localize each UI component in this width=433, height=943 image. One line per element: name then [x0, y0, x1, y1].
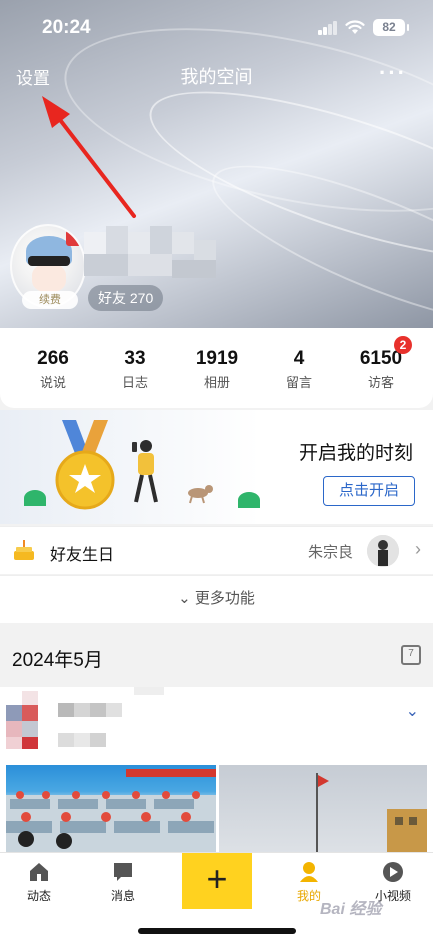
- message-icon: [114, 863, 132, 881]
- stat-albums[interactable]: 1919 相册: [174, 348, 260, 391]
- page-title: 我的空间: [180, 67, 253, 87]
- stat-value: 266: [37, 348, 69, 369]
- post-photo-flagpole[interactable]: [219, 765, 427, 853]
- post-photos: [0, 763, 433, 853]
- play-icon: [383, 862, 403, 882]
- home-indicator[interactable]: [138, 928, 296, 934]
- more-menu-button[interactable]: ···: [379, 60, 407, 86]
- stat-messages[interactable]: 4 留言: [256, 348, 342, 391]
- battery-icon: 82: [373, 19, 409, 36]
- status-bar: 20:24 82: [0, 0, 433, 56]
- create-post-button[interactable]: +: [182, 853, 252, 909]
- visitor-notification-badge: 2: [394, 336, 412, 354]
- baidu-watermark: Bai 经验: [320, 901, 382, 918]
- top-nav: 设置 我的空间 ···: [0, 60, 433, 90]
- person-icon: [300, 862, 318, 882]
- friend-avatar: [367, 535, 399, 567]
- calendar-icon[interactable]: 7: [401, 645, 421, 665]
- more-features-button[interactable]: ⌄ 更多功能: [0, 575, 433, 623]
- friends-count-pill[interactable]: 好友 270: [88, 285, 164, 311]
- wifi-icon: [345, 20, 365, 34]
- stat-label: 日志: [121, 375, 148, 390]
- month-label: 2024年5月: [12, 650, 103, 671]
- stat-value: 4: [293, 348, 305, 369]
- stat-label: 访客: [367, 375, 394, 390]
- stat-label: 相册: [203, 375, 230, 390]
- stat-label: 留言: [285, 375, 312, 390]
- friend-birthday-row[interactable]: 好友生日 朱宗良 ›: [0, 526, 433, 574]
- open-moment-button[interactable]: 点击开启: [323, 476, 415, 506]
- cake-icon: [14, 540, 34, 560]
- stat-posts[interactable]: 266 说说: [10, 348, 96, 391]
- profile-header: 20:24 82 设置 我的空间 ··· 续费 好友 270: [0, 0, 433, 328]
- tab-label: 我的: [296, 889, 321, 903]
- moment-title: 开启我的时刻: [298, 443, 413, 464]
- chevron-down-icon[interactable]: ⌄: [406, 701, 419, 721]
- bush-decoration: [238, 492, 260, 508]
- stat-blogs[interactable]: 33 日志: [92, 348, 178, 391]
- stat-value: 1919: [195, 348, 239, 369]
- stats-panel: 266 说说 33 日志 1919 相册 4 留言 6150 访客: [0, 328, 433, 408]
- red-arrow-annotation: [42, 96, 136, 218]
- signal-icon: [318, 21, 338, 35]
- post-header: ⌄: [0, 687, 433, 763]
- tab-label: 消息: [110, 889, 135, 903]
- more-features-label: 更多功能: [194, 590, 255, 607]
- blurred-username: [84, 226, 218, 282]
- walking-person-illustration: [132, 440, 158, 503]
- tab-feed[interactable]: 动态: [4, 861, 74, 904]
- stat-label: 说说: [39, 375, 66, 390]
- tab-label: 动态: [26, 889, 51, 903]
- chevron-right-icon: ›: [415, 539, 421, 559]
- birthday-friend-name: 朱宗良: [307, 544, 353, 561]
- tab-messages[interactable]: 消息: [88, 861, 158, 904]
- bush-decoration: [24, 490, 46, 506]
- status-time: 20:24: [42, 17, 91, 38]
- stat-value: 33: [124, 348, 146, 369]
- vip-renew-badge[interactable]: 续费: [22, 291, 78, 309]
- stat-value: 6150: [359, 348, 403, 369]
- medal-icon: [55, 420, 115, 510]
- post-photo-classroom[interactable]: [6, 765, 216, 853]
- moment-banner: 开启我的时刻 点击开启: [0, 410, 433, 524]
- birthday-label: 好友生日: [50, 547, 115, 564]
- dog-illustration: [188, 485, 213, 504]
- stat-visitors[interactable]: 6150 访客: [338, 348, 424, 391]
- chevron-down-icon: ⌄: [178, 590, 191, 607]
- month-header: 2024年5月 7: [0, 625, 433, 685]
- home-icon: [30, 863, 48, 881]
